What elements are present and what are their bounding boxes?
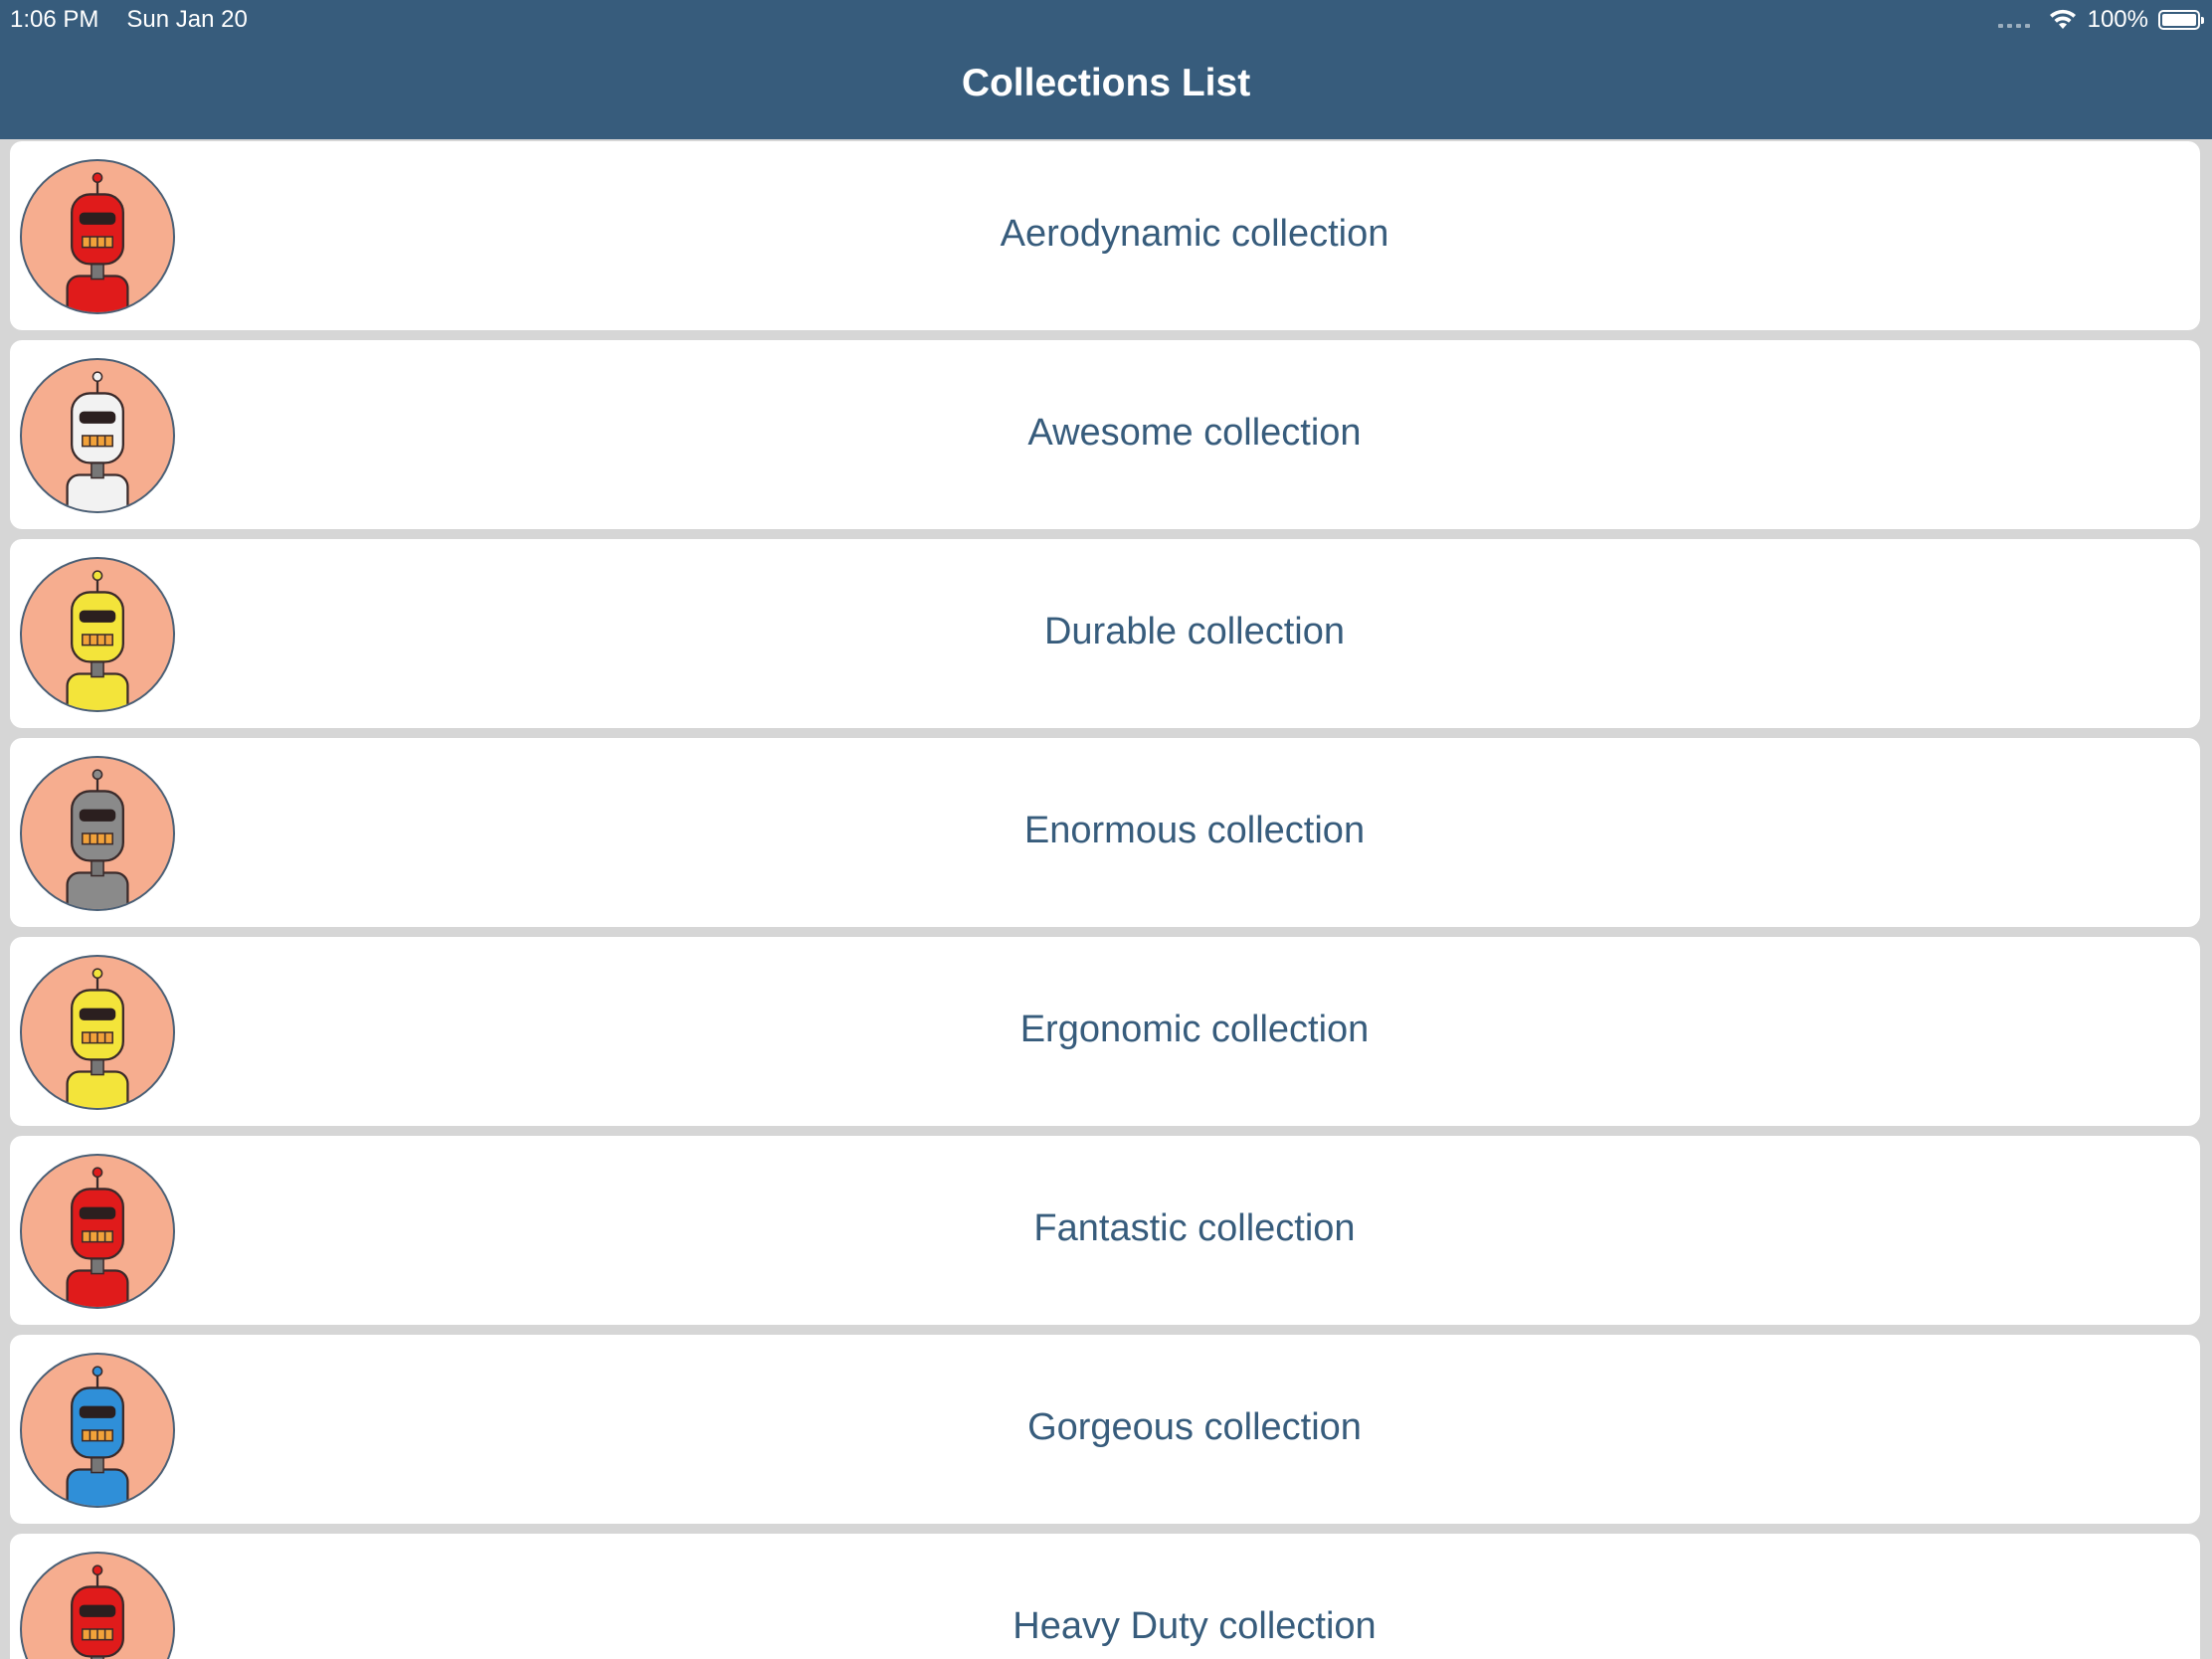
collection-row[interactable]: Heavy Duty collection [10, 1534, 2200, 1659]
collection-label: Heavy Duty collection [1013, 1605, 1377, 1647]
collection-row[interactable]: Durable collection [10, 539, 2200, 728]
collection-row[interactable]: Fantastic collection [10, 1136, 2200, 1325]
robot-avatar-icon [20, 955, 175, 1110]
robot-avatar-icon [20, 756, 175, 911]
status-time: 1:06 PM [10, 6, 99, 33]
collection-label: Aerodynamic collection [1000, 213, 1389, 255]
status-bar: 1:06 PM Sun Jan 20 100% [0, 0, 2212, 40]
robot-avatar-icon [20, 1552, 175, 1659]
page-title: Collections List [961, 62, 1251, 104]
wifi-icon [2049, 9, 2076, 29]
cellular-signal-icon [1997, 12, 2030, 28]
collection-label: Durable collection [1043, 611, 1346, 652]
robot-avatar-icon [20, 1154, 175, 1309]
robot-avatar-icon [20, 159, 175, 314]
collection-label: Enormous collection [1023, 810, 1366, 851]
robot-avatar-icon [20, 1353, 175, 1508]
status-right: 100% [1997, 6, 2204, 34]
app-root: 1:06 PM Sun Jan 20 100% Collections List… [0, 0, 2212, 1659]
collection-row[interactable]: Ergonomic collection [10, 937, 2200, 1126]
battery-icon [2158, 10, 2204, 30]
collection-label: Gorgeous collection [1027, 1406, 1362, 1448]
status-left: 1:06 PM Sun Jan 20 [10, 6, 248, 34]
collection-label: Awesome collection [1027, 412, 1362, 454]
collection-row[interactable]: Awesome collection [10, 340, 2200, 529]
robot-avatar-icon [20, 358, 175, 513]
navigation-bar: 1:06 PM Sun Jan 20 100% Collections List [0, 0, 2212, 139]
collection-row[interactable]: Enormous collection [10, 738, 2200, 927]
collection-row[interactable]: Aerodynamic collection [10, 141, 2200, 330]
battery-percent: 100% [2087, 6, 2148, 33]
collection-label: Ergonomic collection [1019, 1009, 1370, 1050]
collection-label: Fantastic collection [1033, 1207, 1356, 1249]
status-date: Sun Jan 20 [126, 6, 248, 33]
collection-row[interactable]: Gorgeous collection [10, 1335, 2200, 1524]
robot-avatar-icon [20, 557, 175, 712]
